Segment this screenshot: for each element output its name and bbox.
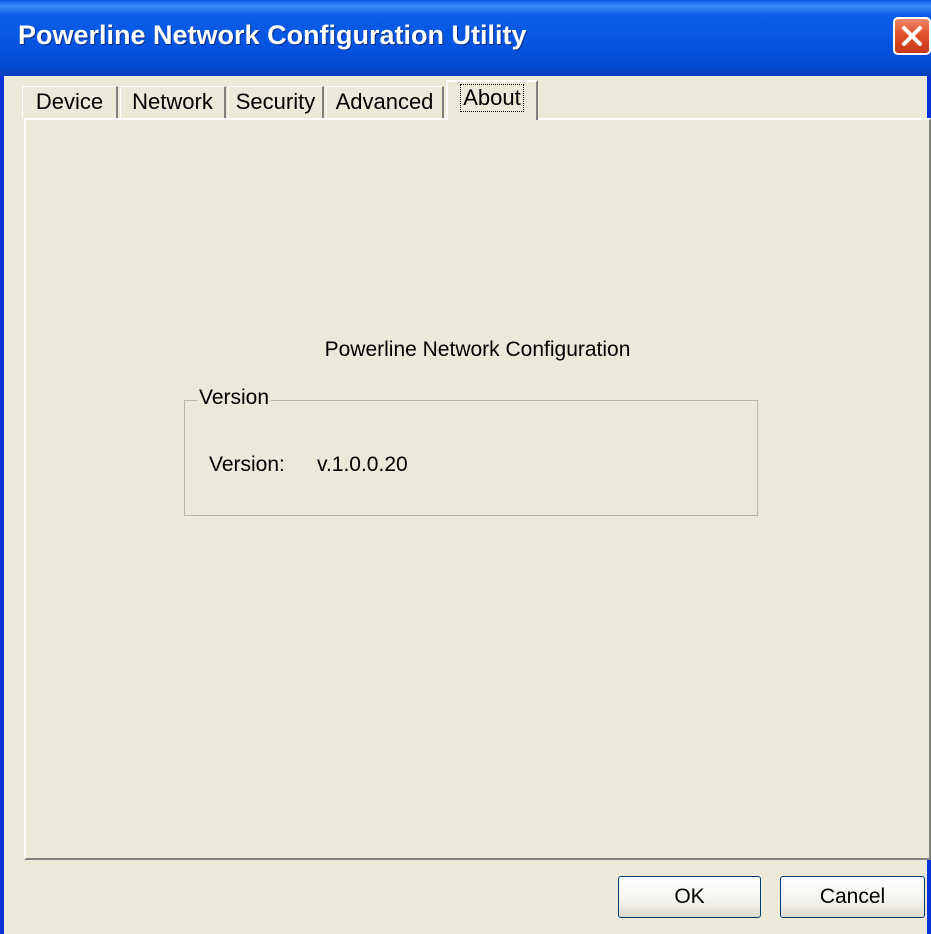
cancel-button[interactable]: Cancel <box>780 876 925 918</box>
dialog-window: Powerline Network Configuration Utility … <box>0 0 931 934</box>
close-icon <box>902 26 922 46</box>
tab-label: Security <box>235 89 316 114</box>
version-label: Version: <box>209 453 285 476</box>
title-bar[interactable]: Powerline Network Configuration Utility <box>0 0 931 76</box>
version-groupbox: Version Version: v.1.0.0.20 <box>184 386 758 516</box>
tab-label: Device <box>35 89 104 114</box>
about-panel: Powerline Network Configuration Version … <box>24 118 931 860</box>
tab-label: Network <box>132 89 213 114</box>
groupbox-title: Version <box>197 386 272 410</box>
version-value: v.1.0.0.20 <box>317 453 408 476</box>
tab-label: Advanced <box>335 89 434 114</box>
close-button[interactable] <box>893 17 931 55</box>
tab-network[interactable]: Network <box>120 86 226 118</box>
tab-device[interactable]: Device <box>22 86 118 118</box>
tab-security[interactable]: Security <box>228 86 324 118</box>
product-name: Powerline Network Configuration <box>324 338 631 361</box>
window-title: Powerline Network Configuration Utility <box>18 20 527 50</box>
tab-label: About <box>460 84 524 112</box>
tab-advanced[interactable]: Advanced <box>326 86 444 118</box>
tab-about[interactable]: About <box>446 80 538 120</box>
ok-button[interactable]: OK <box>618 876 761 918</box>
